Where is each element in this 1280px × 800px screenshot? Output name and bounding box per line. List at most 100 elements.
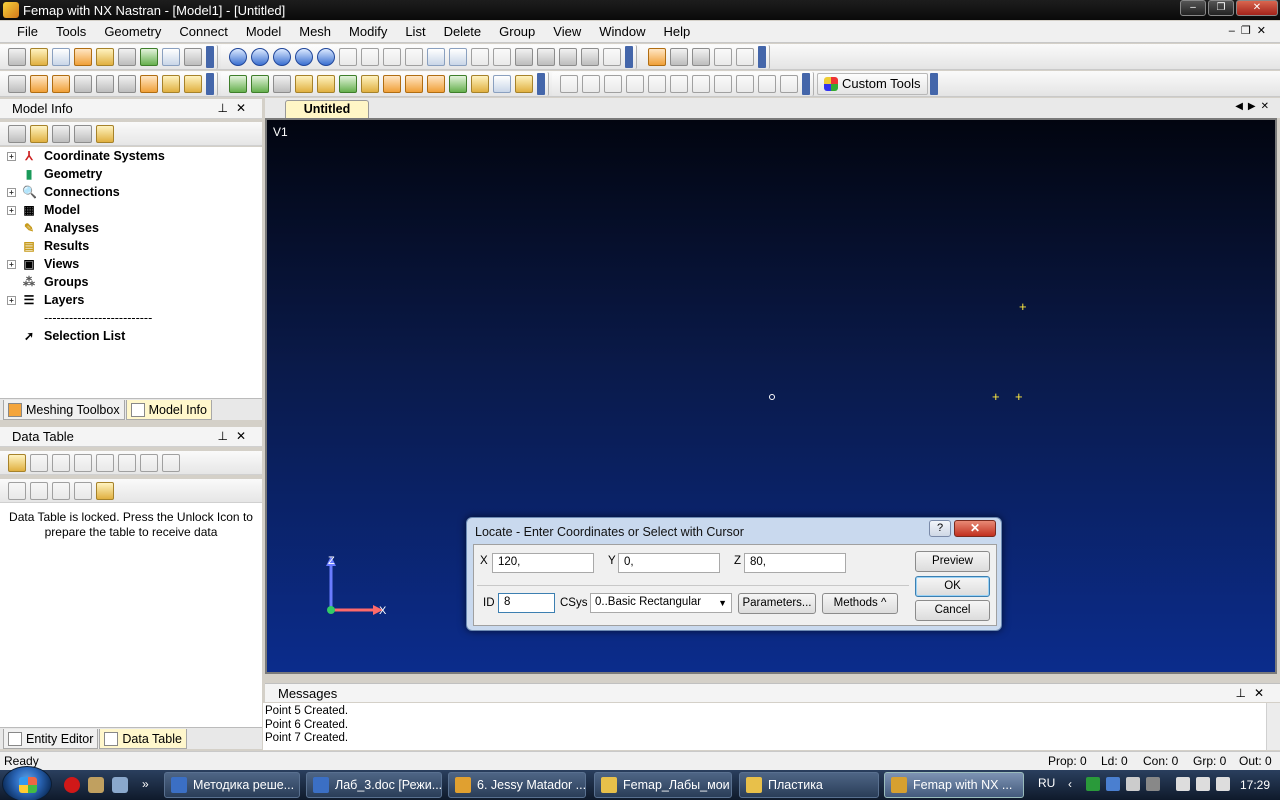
femap-quicklaunch-icon[interactable]	[88, 777, 104, 793]
brace-icon[interactable]	[670, 74, 688, 93]
point-marker[interactable]: +	[1015, 390, 1023, 403]
tree-item-views[interactable]: + ▣ Views	[0, 255, 262, 273]
tree-item-coordinate-systems[interactable]: + ⅄ Coordinate Systems	[0, 147, 262, 165]
tab-model-info[interactable]: Model Info	[125, 400, 212, 420]
messages-scrollbar[interactable]	[1266, 703, 1280, 750]
grid-pane-icon[interactable]	[118, 74, 136, 93]
menu-window[interactable]: Window	[590, 24, 654, 39]
menu-group[interactable]: Group	[490, 24, 544, 39]
autoscale-icon[interactable]	[361, 47, 379, 66]
table-clear-icon[interactable]	[118, 453, 136, 472]
mesh-control-icon[interactable]	[604, 74, 622, 93]
task-button[interactable]: Пластика	[739, 772, 879, 798]
menu-help[interactable]: Help	[654, 24, 699, 39]
tree-item-selection-list[interactable]: ➚ Selection List	[0, 327, 262, 345]
expand-icon[interactable]: +	[7, 205, 16, 215]
id-input[interactable]: 8	[498, 593, 555, 613]
open-icon[interactable]	[30, 47, 48, 66]
model-info-pane-icon[interactable]	[8, 74, 26, 93]
tree-item-analyses[interactable]: ✎ Analyses	[0, 219, 262, 237]
ok-button[interactable]: OK	[915, 576, 990, 597]
menu-tools[interactable]: Tools	[47, 24, 95, 39]
numbering-icon[interactable]	[273, 74, 291, 93]
menu-modify[interactable]: Modify	[340, 24, 396, 39]
view-select-icon[interactable]	[515, 47, 533, 66]
document-nav-icon[interactable]: ◀▶✕	[1235, 101, 1274, 112]
table-columns-icon[interactable]	[74, 453, 92, 472]
point-marker[interactable]: +	[992, 390, 1000, 403]
task-button[interactable]: 6. Jessy Matador ...	[448, 772, 586, 798]
program-file-icon[interactable]	[162, 74, 180, 93]
menu-delete[interactable]: Delete	[435, 24, 491, 39]
redraw-icon[interactable]	[405, 47, 423, 66]
regenerate-icon[interactable]	[383, 47, 401, 66]
table-filter-clear-icon[interactable]	[30, 481, 48, 500]
snap-icon[interactable]	[714, 47, 732, 66]
language-indicator[interactable]: RU	[1038, 776, 1055, 790]
zoom-in-icon[interactable]	[427, 47, 445, 66]
point-icon[interactable]	[295, 74, 313, 93]
tree-item-layers[interactable]: + ☰ Layers	[0, 291, 262, 309]
node-icon[interactable]	[229, 74, 247, 93]
save-icon[interactable]	[52, 47, 70, 66]
battery-icon[interactable]	[1216, 777, 1230, 791]
tray-app-icon[interactable]	[1146, 777, 1160, 791]
tab-data-table[interactable]: Data Table	[99, 729, 187, 749]
menu-geometry[interactable]: Geometry	[95, 24, 170, 39]
expand-icon[interactable]: +	[7, 295, 16, 305]
cancel-button[interactable]: Cancel	[915, 600, 990, 621]
quicklaunch-more-icon[interactable]: »	[142, 777, 158, 793]
volume-icon[interactable]	[1196, 777, 1210, 791]
surface-icon[interactable]	[339, 74, 357, 93]
new-icon[interactable]	[8, 47, 26, 66]
table-collapse-icon[interactable]	[162, 453, 180, 472]
mesh-grid-icon[interactable]	[118, 47, 136, 66]
mesh-geometry-icon[interactable]	[626, 74, 644, 93]
dialog-close-button[interactable]: ✕	[954, 520, 996, 537]
y-coordinate-input[interactable]: 0,	[618, 553, 720, 573]
csys-select[interactable]: 0..Basic Rectangular ▼	[590, 593, 732, 613]
toolbar-overflow-icon[interactable]	[758, 45, 766, 68]
menu-list[interactable]: List	[396, 24, 434, 39]
select-mode-icon[interactable]	[692, 47, 710, 66]
tab-meshing-toolbox[interactable]: Meshing Toolbox	[3, 400, 125, 420]
select-icon[interactable]	[648, 47, 666, 66]
bluetooth-icon[interactable]	[1106, 777, 1120, 791]
tree-folder-icon[interactable]	[30, 124, 48, 143]
pick-icon[interactable]	[670, 47, 688, 66]
mesh-mapped-icon[interactable]	[648, 74, 666, 93]
meshing-toolbox-pane-icon[interactable]	[30, 74, 48, 93]
view-options-icon[interactable]	[537, 47, 555, 66]
tree-filter-icon[interactable]	[52, 124, 70, 143]
mesh-size-icon[interactable]	[560, 74, 578, 93]
menu-mesh[interactable]: Mesh	[290, 24, 340, 39]
menu-file[interactable]: File	[8, 24, 47, 39]
custom-tools-button[interactable]: Custom Tools	[817, 72, 928, 95]
methods-button[interactable]: Methods ^	[822, 593, 898, 614]
zoom-out-icon[interactable]	[449, 47, 467, 66]
start-button[interactable]	[2, 766, 52, 800]
tree-item-model[interactable]: + ▦ Model	[0, 201, 262, 219]
unlock-icon[interactable]	[8, 453, 26, 472]
curve-icon[interactable]	[317, 74, 335, 93]
toolbar-overflow-icon[interactable]	[929, 72, 938, 95]
pane-pin-close-icon[interactable]: ⊥✕	[217, 101, 254, 115]
highlight-icon[interactable]	[515, 74, 533, 93]
constraint-icon[interactable]	[427, 74, 445, 93]
mesh-check-icon[interactable]	[758, 74, 776, 93]
tree-send-icon[interactable]	[74, 124, 92, 143]
pane-pin-close-icon[interactable]: ⊥✕	[1235, 686, 1272, 700]
maximize-button[interactable]: ❐	[1208, 0, 1234, 16]
expand-icon[interactable]: +	[7, 151, 16, 161]
pan-icon[interactable]	[339, 47, 357, 66]
edit-icon[interactable]	[184, 74, 202, 93]
tab-entity-editor[interactable]: Entity Editor	[3, 729, 99, 749]
expand-icon[interactable]: +	[7, 259, 16, 269]
tree-item-groups[interactable]: ⁂ Groups	[0, 273, 262, 291]
tree-item-connections[interactable]: + 🔍 Connections	[0, 183, 262, 201]
zoom-box-icon[interactable]	[471, 47, 489, 66]
table-highlight-icon[interactable]	[96, 481, 114, 500]
help-button[interactable]: ?	[929, 520, 951, 537]
menu-model[interactable]: Model	[237, 24, 290, 39]
mdi-controls[interactable]: –❐✕	[1229, 24, 1272, 37]
